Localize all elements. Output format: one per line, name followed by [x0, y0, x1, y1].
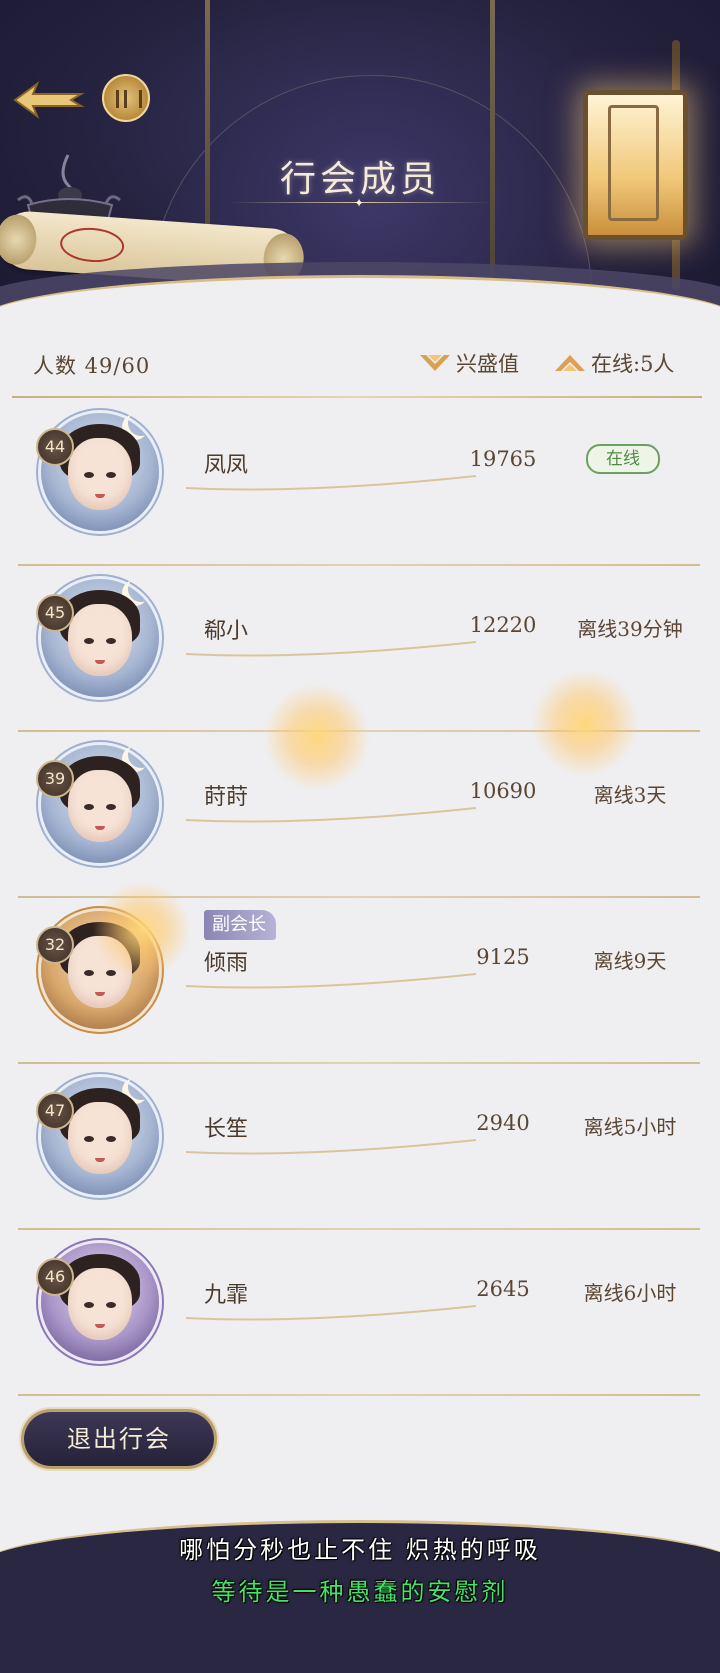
- avatar-face: [68, 1102, 132, 1174]
- offline-status: 离线39分钟: [577, 617, 683, 641]
- lyric-subtitle-line2: 等待是一种愚蠢的安慰剂: [211, 1578, 509, 1606]
- level-badge: 47: [36, 1092, 74, 1130]
- prosperity-score: 19765: [469, 447, 537, 471]
- online-status-badge: 在线: [586, 444, 660, 474]
- level-badge: 32: [36, 926, 74, 964]
- avatar[interactable]: 47: [36, 1072, 166, 1200]
- prosperity-score: 2940: [476, 1111, 530, 1135]
- avatar[interactable]: 46: [36, 1238, 166, 1366]
- light-orb-effect: [262, 682, 372, 792]
- offline-status: 离线9天: [593, 949, 667, 973]
- name-swoosh-decoration: [186, 807, 476, 823]
- guild-home-button[interactable]: [102, 74, 150, 122]
- back-arrow-icon: [13, 81, 85, 119]
- avatar-face: [68, 438, 132, 510]
- avatar-face: [68, 1268, 132, 1340]
- moon-icon: [128, 410, 154, 436]
- avatar[interactable]: 39: [36, 740, 166, 868]
- moon-icon: [128, 742, 154, 768]
- member-row[interactable]: 46 九霏 2645 离线6小时: [18, 1230, 700, 1396]
- moon-icon: [128, 576, 154, 602]
- avatar-face: [68, 604, 132, 676]
- row-divider: [18, 1394, 700, 1396]
- back-button[interactable]: [8, 78, 88, 122]
- page-title: 行会成员: [279, 159, 440, 200]
- member-count: 人数 49/60: [33, 354, 151, 378]
- moon-icon: [128, 1074, 154, 1100]
- sort-by-prosperity-button[interactable]: 兴盛值: [418, 348, 519, 378]
- prosperity-score: 9125: [476, 945, 530, 969]
- level-badge: 44: [36, 428, 74, 466]
- sparkle-icon: ✦: [354, 196, 365, 210]
- level-badge: 39: [36, 760, 74, 798]
- sort-prosperity-label: 兴盛值: [456, 352, 519, 376]
- offline-status: 离线5小时: [583, 1115, 677, 1139]
- member-row[interactable]: 44 凤凤 19765 在线: [18, 400, 700, 566]
- name-swoosh-decoration: [186, 641, 476, 657]
- avatar[interactable]: 45: [36, 574, 166, 702]
- offline-status: 离线3天: [593, 783, 667, 807]
- light-orb-effect: [530, 668, 640, 778]
- chevron-down-icon: [420, 355, 450, 371]
- name-swoosh-decoration: [186, 1305, 476, 1321]
- avatar[interactable]: 44: [36, 408, 166, 536]
- header-banner: 行会成员 ✦: [0, 0, 720, 330]
- light-orb-effect: [92, 880, 192, 980]
- prosperity-score: 12220: [469, 613, 537, 637]
- offline-status: 离线6小时: [583, 1281, 677, 1305]
- lyric-subtitle-line1: 哪怕分秒也止不住 炽热的呼吸: [179, 1536, 541, 1564]
- level-badge: 46: [36, 1258, 74, 1296]
- stats-bar: 人数 49/60 兴盛值 在线:5人: [0, 345, 720, 385]
- gate-icon: [116, 90, 142, 108]
- avatar-face: [68, 770, 132, 842]
- stats-divider: [12, 396, 702, 398]
- name-swoosh-decoration: [186, 973, 476, 989]
- name-swoosh-decoration: [186, 1139, 476, 1155]
- name-swoosh-decoration: [186, 475, 476, 491]
- sort-by-online-button[interactable]: 在线:5人: [553, 348, 674, 378]
- prosperity-score: 10690: [469, 779, 537, 803]
- leave-guild-button[interactable]: 退出行会: [24, 1412, 214, 1466]
- chevron-up-icon: [555, 355, 585, 371]
- vice-leader-tag: 副会长: [204, 910, 276, 940]
- level-badge: 45: [36, 594, 74, 632]
- prosperity-score: 2645: [476, 1277, 530, 1301]
- sort-online-label: 在线:5人: [591, 352, 675, 376]
- member-row[interactable]: 47 长笙 2940 离线5小时: [18, 1064, 700, 1230]
